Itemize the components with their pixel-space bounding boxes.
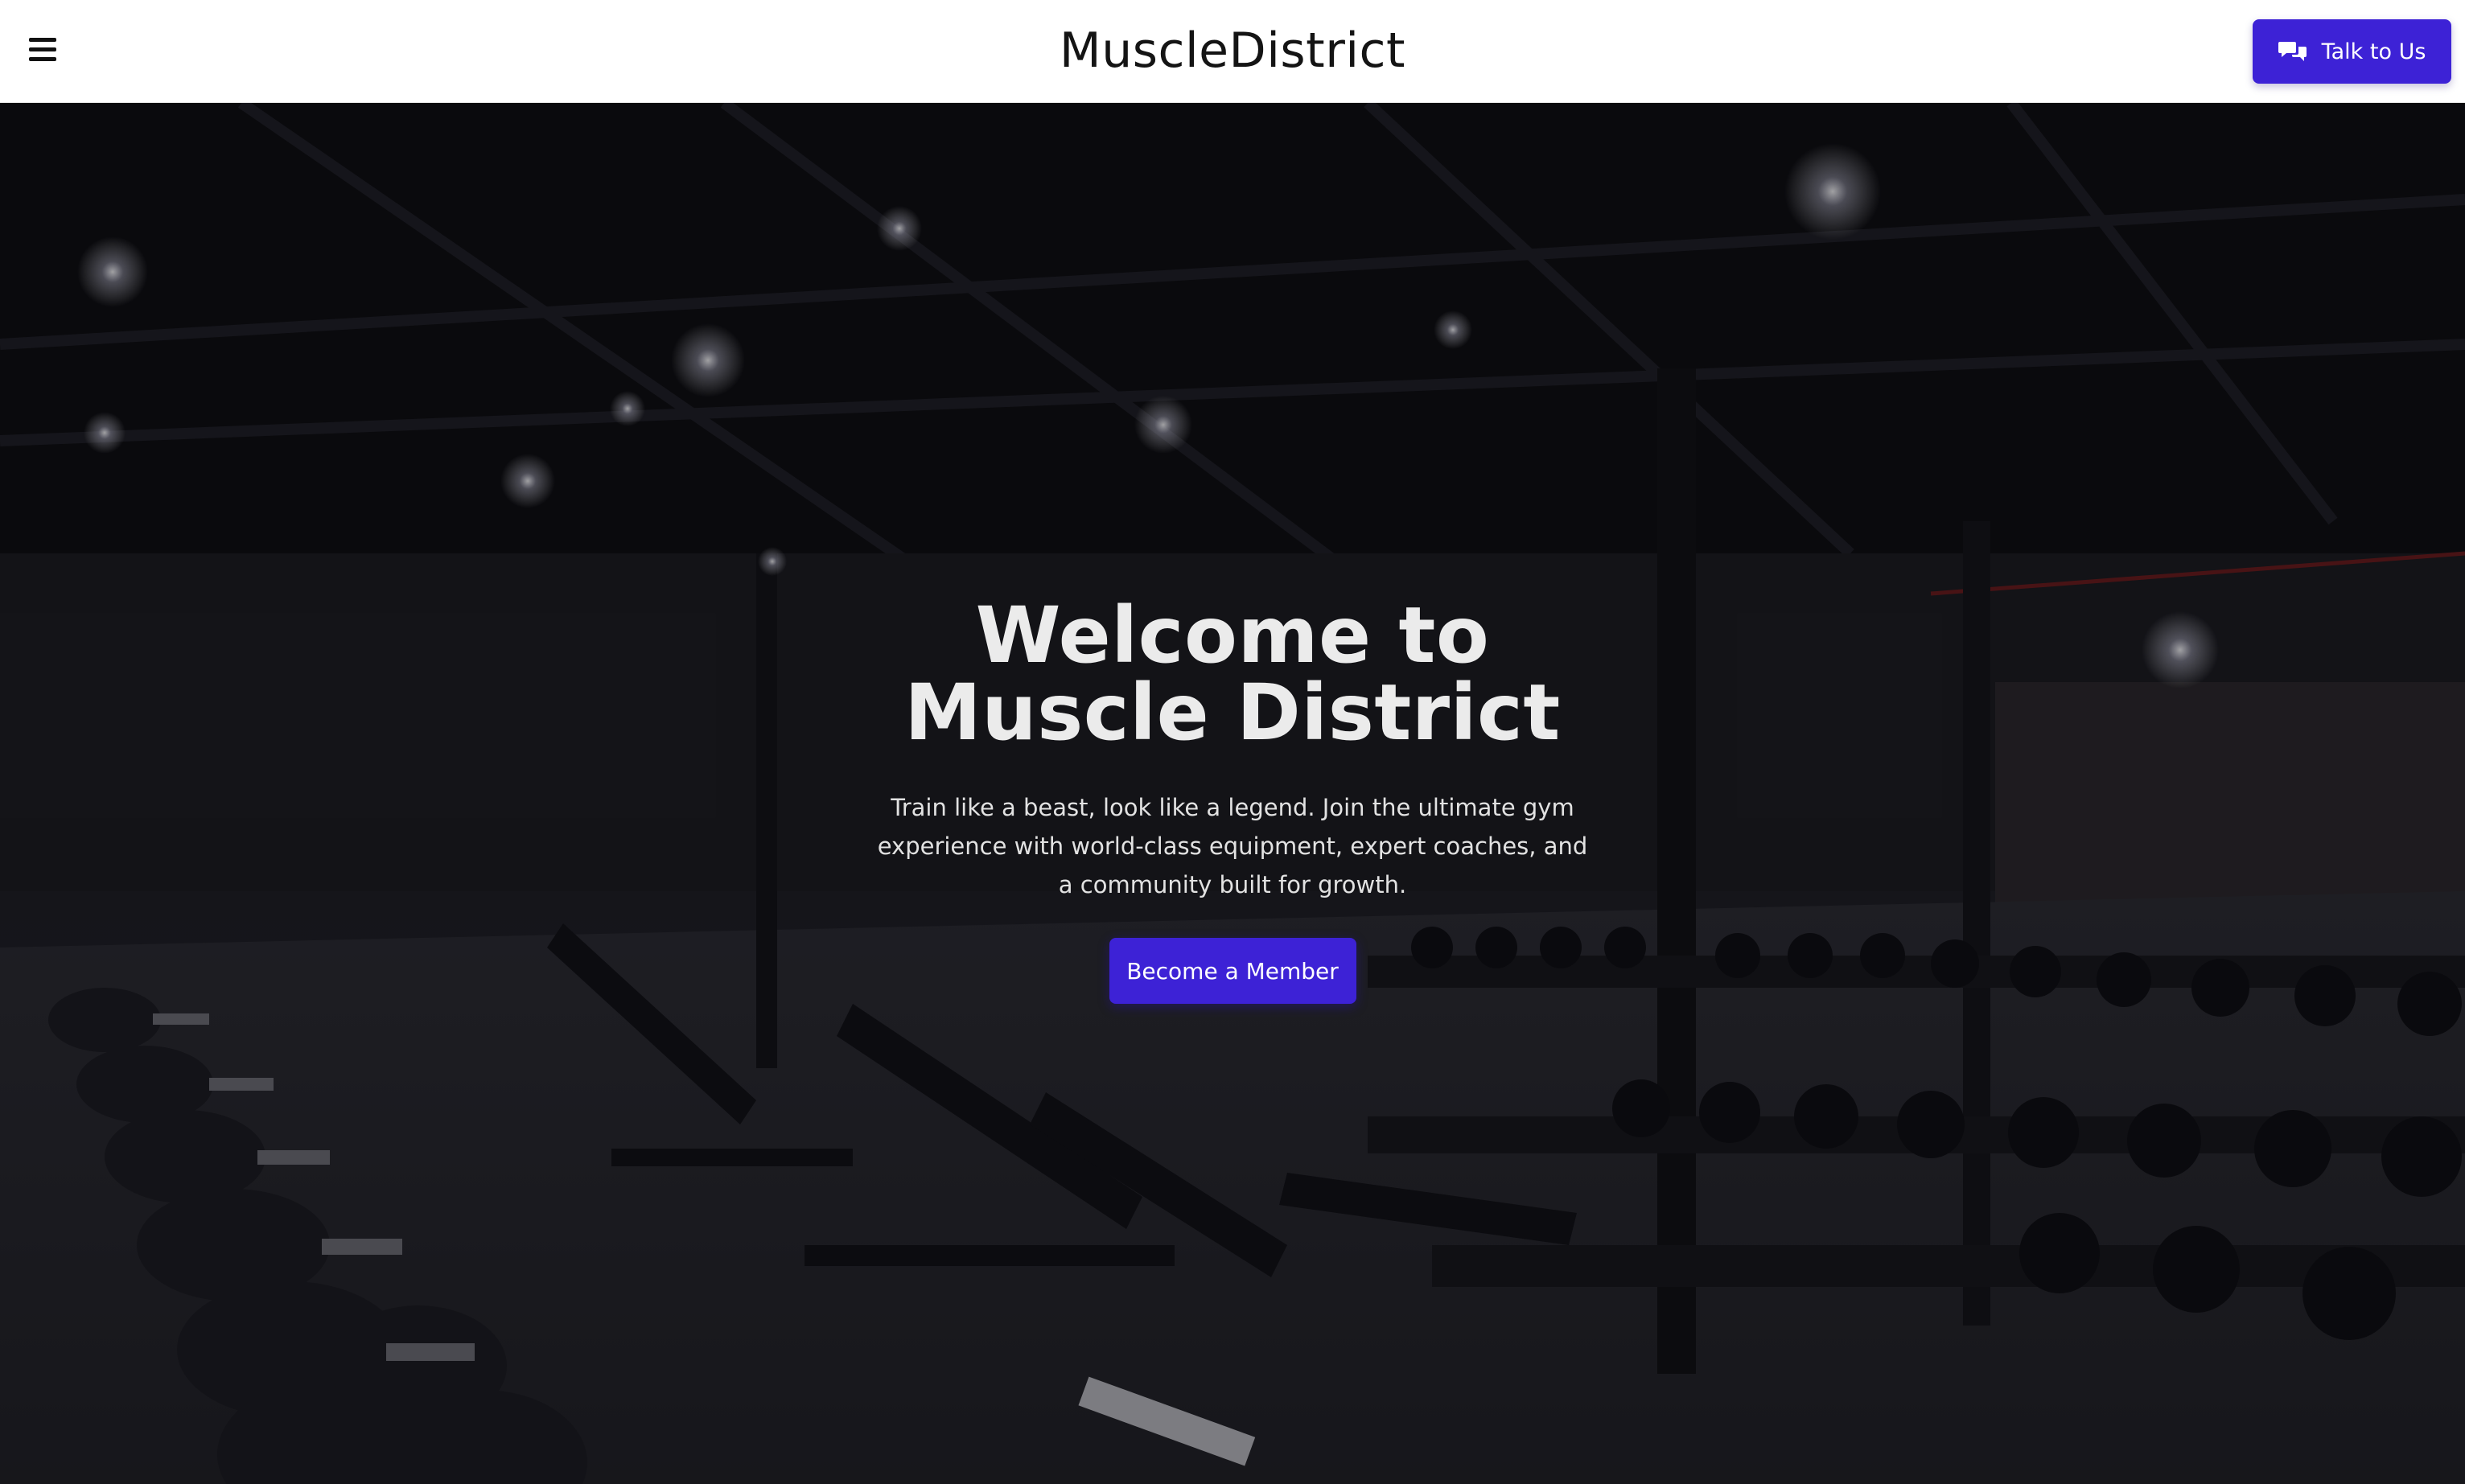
site-logo[interactable]: MuscleDistrict xyxy=(0,23,2465,79)
site-header: MuscleDistrict Talk to Us xyxy=(0,0,2465,103)
hero-title: Welcome to Muscle District xyxy=(904,590,1561,758)
talk-to-us-button[interactable]: Talk to Us xyxy=(2253,19,2451,84)
hamburger-menu-icon[interactable] xyxy=(27,35,60,64)
hero-section: Welcome to Muscle District Train like a … xyxy=(0,103,2465,1484)
chat-bubbles-icon xyxy=(2278,42,2307,61)
become-member-button[interactable]: Become a Member xyxy=(1109,938,1356,1004)
hero-content: Welcome to Muscle District Train like a … xyxy=(830,597,1635,1004)
talk-to-us-label: Talk to Us xyxy=(2321,39,2426,64)
hero-description: Train like a beast, look like a legend. … xyxy=(877,794,1588,898)
